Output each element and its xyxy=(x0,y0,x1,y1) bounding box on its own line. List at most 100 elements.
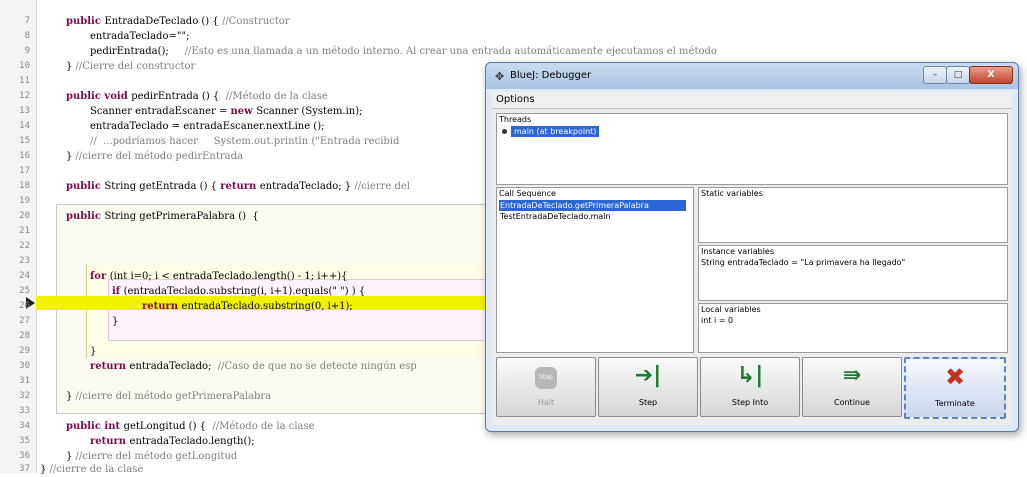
code-text: public int getLongitud () { //Método de … xyxy=(66,419,315,434)
line-number: 30 xyxy=(19,361,30,371)
line-number: 31 xyxy=(19,376,30,386)
code-token: String getPrimeraPalabra () { xyxy=(104,211,259,222)
code-token: entradaTeclado.substring(0, i+1); xyxy=(181,301,353,312)
instance-variables-panel: Instance variables String entradaTeclado… xyxy=(698,245,1008,301)
step-label: Step xyxy=(638,398,658,407)
continue-label: Continue xyxy=(834,398,870,407)
code-comment: //Cierre del constructor xyxy=(75,61,196,72)
code-token: } xyxy=(66,391,76,402)
call-sequence-item[interactable]: EntradaDeTeclado.getPrimeraPalabra xyxy=(499,200,686,211)
code-text: public EntradaDeTeclado () { //Construct… xyxy=(66,14,290,29)
code-token: } xyxy=(112,316,119,327)
code-line[interactable]: 9 pedirEntrada(); //Esto es una llamada a… xyxy=(0,44,1027,59)
step-into-label: Step Into xyxy=(731,398,769,407)
code-comment: //Método de la clase xyxy=(212,421,315,432)
code-keyword: if xyxy=(112,286,124,297)
terminate-x-icon: ✖ xyxy=(944,363,966,391)
code-keyword: for xyxy=(90,271,110,282)
code-token: (entradaTeclado.substring(i, i+1).equals… xyxy=(123,286,366,297)
step-arrow-icon: ➔| xyxy=(634,363,662,388)
code-text: return entradaTeclado; //Caso de que no … xyxy=(90,359,417,374)
code-token: EntradaDeTeclado () { xyxy=(104,16,222,27)
code-comment: // ...podríamos hacer System.out.println… xyxy=(90,136,400,147)
code-comment: //Caso de que no se detecte ningún esp xyxy=(217,361,417,372)
code-text: } xyxy=(112,314,118,329)
code-text: } //cierre del método pedirEntrada xyxy=(66,149,243,164)
local-variables-panel: Local variables int i = 0 xyxy=(698,303,1008,353)
line-number: 21 xyxy=(19,226,30,236)
code-token: Scanner (System.in); xyxy=(256,106,363,117)
title-bar[interactable]: ✥ BlueJ: Debugger – □ X xyxy=(486,63,1018,89)
line-number: 12 xyxy=(19,91,30,101)
line-number: 28 xyxy=(19,331,30,341)
code-keyword: public xyxy=(66,16,105,27)
thread-bullet-icon xyxy=(502,129,507,134)
code-comment: //cierre del método pedirEntrada xyxy=(75,151,243,162)
code-keyword: public xyxy=(66,211,105,222)
line-number: 8 xyxy=(24,31,30,41)
line-number: 7 xyxy=(24,16,30,26)
continue-button[interactable]: ⇛ Continue xyxy=(802,357,902,417)
static-variables-title: Static variables xyxy=(701,189,763,198)
code-text: for (int i=0; i < entradaTeclado.length(… xyxy=(90,269,347,284)
line-number: 34 xyxy=(19,421,30,431)
continue-arrow-icon: ⇛ xyxy=(842,363,862,388)
code-comment: //Método de la clase xyxy=(225,91,328,102)
code-token: } xyxy=(66,151,76,162)
line-number: 23 xyxy=(19,256,30,266)
code-token: entradaTeclado; } xyxy=(259,181,355,192)
code-keyword: return xyxy=(142,301,182,312)
code-text: } //cierre de la clase xyxy=(40,462,143,477)
call-sequence-item[interactable]: TestEntradaDeTeclado.main xyxy=(499,211,686,222)
code-line[interactable]: 8 entradaTeclado=""; xyxy=(0,29,1027,44)
line-number: 13 xyxy=(19,106,30,116)
thread-item[interactable]: main (at breakpoint) xyxy=(499,126,619,137)
code-text: Scanner entradaEscaner = new Scanner (Sy… xyxy=(90,104,362,119)
code-token: entradaTeclado; xyxy=(129,361,218,372)
line-number: 22 xyxy=(19,241,30,251)
code-text: } //Cierre del constructor xyxy=(66,59,195,74)
code-text: public String getPrimeraPalabra () { xyxy=(66,209,259,224)
terminate-button[interactable]: ✖ Terminate xyxy=(904,357,1006,419)
close-button[interactable]: X xyxy=(969,66,1013,84)
instance-variable-item[interactable]: String entradaTeclado = "La primavera ha… xyxy=(701,258,905,267)
thread-label: main (at breakpoint) xyxy=(511,126,600,137)
maximize-button[interactable]: □ xyxy=(946,66,970,84)
code-line[interactable]: 7 public EntradaDeTeclado () { //Construc… xyxy=(0,14,1027,29)
halt-button[interactable]: Stop Halt xyxy=(496,357,596,417)
call-sequence-panel: Call Sequence EntradaDeTeclado.getPrimer… xyxy=(496,187,694,353)
minimize-button[interactable]: – xyxy=(923,66,947,84)
menu-options[interactable]: Options xyxy=(496,94,535,105)
code-token: } xyxy=(66,61,76,72)
instance-variables-title: Instance variables xyxy=(701,247,775,256)
code-token: } xyxy=(90,346,97,357)
code-token: pedirEntrada () { xyxy=(131,91,226,102)
code-text: return entradaTeclado.length(); xyxy=(90,434,255,449)
code-line[interactable]: 35 return entradaTeclado.length(); xyxy=(0,434,1027,449)
code-token: entradaTeclado = entradaEscaner.nextLine… xyxy=(90,121,325,132)
code-text: public String getEntrada () { return ent… xyxy=(66,179,410,194)
line-number: 29 xyxy=(19,346,30,356)
local-variables-title: Local variables xyxy=(701,305,761,314)
code-text: } //cierre del método getPrimeraPalabra xyxy=(66,389,271,404)
line-number: 19 xyxy=(19,196,30,206)
code-keyword: public void xyxy=(66,91,132,102)
code-comment: //cierre de la clase xyxy=(49,464,144,475)
step-button[interactable]: ➔| Step xyxy=(598,357,698,417)
code-text: entradaTeclado = entradaEscaner.nextLine… xyxy=(90,119,324,134)
terminate-label: Terminate xyxy=(935,399,975,408)
code-line[interactable]: 37} //cierre de la clase xyxy=(0,462,1027,477)
line-number: 17 xyxy=(19,166,30,176)
line-number: 24 xyxy=(19,271,30,281)
step-into-button[interactable]: ↳| Step Into xyxy=(700,357,800,417)
line-number: 20 xyxy=(19,211,30,221)
code-token: } xyxy=(66,451,76,462)
code-text: // ...podríamos hacer System.out.println… xyxy=(90,134,399,149)
code-comment: //cierre del método getPrimeraPalabra xyxy=(75,391,272,402)
code-token: getLongitud () { xyxy=(123,421,213,432)
local-variable-item[interactable]: int i = 0 xyxy=(701,316,733,325)
code-text: } xyxy=(90,344,96,359)
code-keyword: public xyxy=(66,181,105,192)
debugger-window: ✥ BlueJ: Debugger – □ X Options Threads … xyxy=(485,62,1019,432)
code-comment: //cierre del xyxy=(354,181,410,192)
